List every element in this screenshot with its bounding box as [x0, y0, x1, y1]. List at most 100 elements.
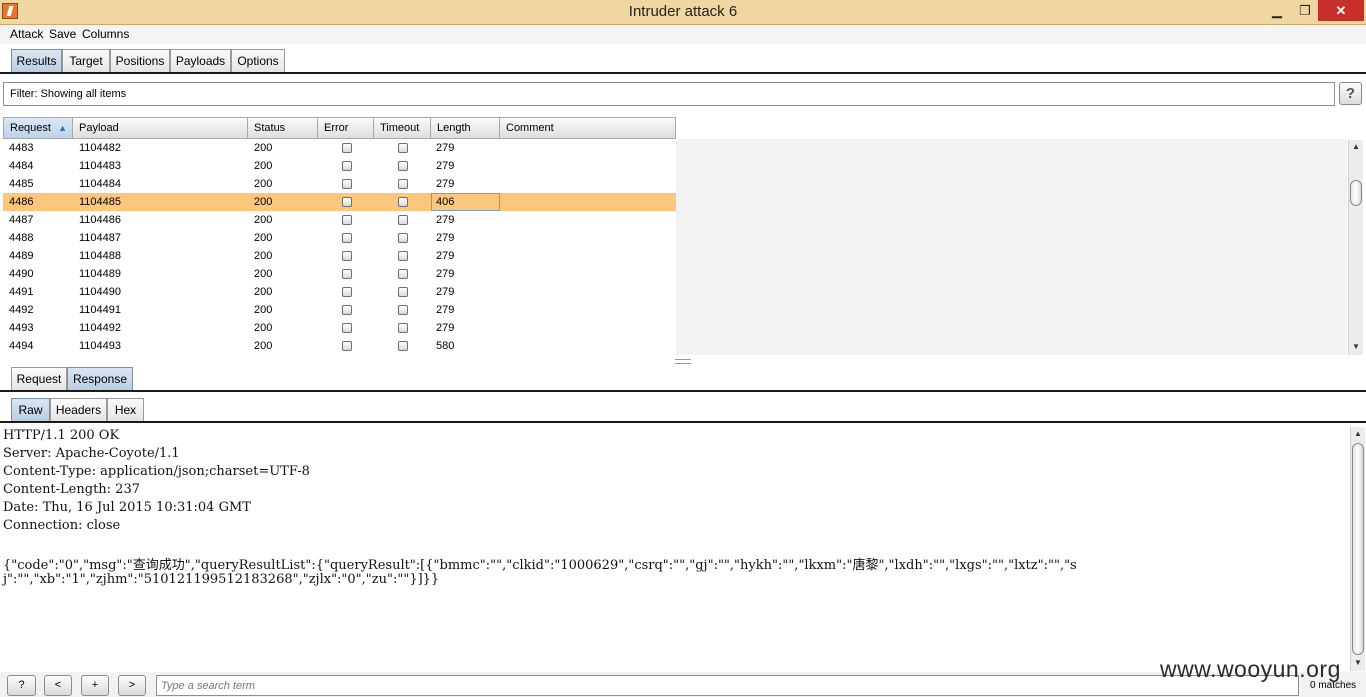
length-cell: 279	[436, 304, 455, 316]
payload-cell: 1104491	[79, 304, 122, 316]
response-line: Content-Type: application/json;charset=U…	[3, 464, 310, 479]
column-header-payload[interactable]: Payload	[73, 117, 248, 139]
error-checkbox	[342, 269, 352, 279]
table-row[interactable]: 4493 1104492 200 279	[3, 319, 676, 337]
tab-options[interactable]: Options	[231, 49, 285, 72]
table-row[interactable]: 4492 1104491 200 279	[3, 301, 676, 319]
column-header-length[interactable]: Length	[431, 117, 500, 139]
timeout-checkbox	[398, 305, 408, 315]
length-cell: 279	[436, 268, 455, 280]
column-header-comment[interactable]: Comment	[500, 117, 676, 139]
status-cell: 200	[254, 322, 273, 334]
table-row[interactable]: 4483 1104482 200 279	[3, 139, 676, 157]
tab-payloads[interactable]: Payloads	[170, 49, 231, 72]
close-button[interactable]: ✕	[1318, 0, 1364, 21]
column-header-timeout[interactable]: Timeout	[374, 117, 431, 139]
request-cell: 4494	[9, 340, 34, 352]
help-button[interactable]: ?	[1339, 82, 1362, 105]
add-button[interactable]: +	[81, 675, 109, 696]
error-checkbox	[342, 323, 352, 333]
table-row[interactable]: 4490 1104489 200 279	[3, 265, 676, 283]
table-row[interactable]: 4494 1104493 200 580	[3, 337, 676, 355]
table-row[interactable]: 4487 1104486 200 279	[3, 211, 676, 229]
menu-save[interactable]: Save	[49, 27, 76, 41]
table-row[interactable]: 4485 1104484 200 279	[3, 175, 676, 193]
next-match-button[interactable]: >	[118, 675, 146, 696]
table-row[interactable]: 4484 1104483 200 279	[3, 157, 676, 175]
restore-button[interactable]: ❐	[1292, 0, 1318, 21]
window-title: Intruder attack 6	[628, 3, 738, 20]
column-header-error[interactable]: Error	[318, 117, 374, 139]
tab-positions[interactable]: Positions	[110, 49, 170, 72]
length-cell: 279	[436, 250, 455, 262]
timeout-checkbox	[398, 179, 408, 189]
error-checkbox	[342, 179, 352, 189]
timeout-checkbox	[398, 143, 408, 153]
response-scrollbar[interactable]: ▲ ▼	[1350, 427, 1365, 671]
splitter-grip-icon[interactable]	[675, 359, 691, 364]
tab-hex[interactable]: Hex	[107, 398, 144, 421]
status-cell: 200	[254, 178, 273, 190]
minimize-button[interactable]: ▁	[1264, 0, 1290, 21]
payload-cell: 1104486	[79, 214, 122, 226]
menu-attack[interactable]: Attack	[10, 27, 43, 41]
status-cell: 200	[254, 268, 273, 280]
scroll-up-arrow-icon[interactable]: ▲	[1351, 427, 1365, 441]
status-cell: 200	[254, 142, 273, 154]
table-row[interactable]: 4491 1104490 200 279	[3, 283, 676, 301]
timeout-checkbox	[398, 251, 408, 261]
search-input[interactable]	[156, 675, 1299, 696]
error-checkbox	[342, 161, 352, 171]
results-table: Request ▲ Payload Status Error Timeout L…	[3, 117, 1347, 355]
menu-bar: Attack Save Columns	[0, 25, 1366, 44]
length-cell: 279	[436, 178, 455, 190]
scroll-thumb[interactable]	[1350, 180, 1362, 206]
response-raw-view[interactable]: HTTP/1.1 200 OK Server: Apache-Coyote/1.…	[0, 427, 1350, 671]
previous-match-button[interactable]: <	[44, 675, 72, 696]
payload-cell: 1104488	[79, 250, 122, 262]
column-header-request[interactable]: Request ▲	[3, 117, 73, 139]
menu-columns[interactable]: Columns	[82, 27, 129, 41]
tab-results[interactable]: Results	[11, 49, 62, 72]
status-cell: 200	[254, 214, 273, 226]
request-cell: 4483	[9, 142, 34, 154]
timeout-checkbox	[398, 323, 408, 333]
status-cell: 200	[254, 196, 273, 208]
status-cell: 200	[254, 286, 273, 298]
request-cell: 4489	[9, 250, 34, 262]
results-scrollbar[interactable]: ▲ ▼	[1348, 140, 1363, 355]
scroll-down-arrow-icon[interactable]: ▼	[1351, 656, 1365, 670]
table-row[interactable]: 4488 1104487 200 279	[3, 229, 676, 247]
length-cell: 279	[436, 286, 455, 298]
scroll-down-arrow-icon[interactable]: ▼	[1349, 340, 1363, 354]
response-line: Content-Length: 237	[3, 482, 140, 497]
error-checkbox	[342, 251, 352, 261]
filter-bar[interactable]: Filter: Showing all items	[3, 82, 1335, 106]
tab-request[interactable]: Request	[11, 367, 67, 390]
payload-cell: 1104483	[79, 160, 122, 172]
timeout-checkbox	[398, 341, 408, 351]
tab-raw[interactable]: Raw	[11, 398, 50, 421]
length-cell: 580	[436, 340, 455, 352]
table-row[interactable]: 4486 1104485 200 406	[3, 193, 676, 211]
column-header-status[interactable]: Status	[248, 117, 318, 139]
table-row[interactable]: 4489 1104488 200 279	[3, 247, 676, 265]
scroll-up-arrow-icon[interactable]: ▲	[1349, 140, 1363, 154]
length-cell: 279	[436, 322, 455, 334]
help-button[interactable]: ?	[7, 675, 36, 696]
payload-cell: 1104484	[79, 178, 122, 190]
status-cell: 200	[254, 250, 273, 262]
tab-response[interactable]: Response	[67, 367, 133, 390]
length-cell: 279	[436, 142, 455, 154]
view-tab-divider	[0, 421, 1366, 423]
response-json-line: j":"","xb":"1","zjhm":"51012119951218326…	[3, 572, 440, 587]
sort-ascending-icon: ▲	[58, 123, 67, 133]
error-checkbox	[342, 287, 352, 297]
scroll-thumb[interactable]	[1352, 443, 1364, 655]
tab-target[interactable]: Target	[62, 49, 110, 72]
status-cell: 200	[254, 304, 273, 316]
tab-headers[interactable]: Headers	[50, 398, 107, 421]
request-cell: 4491	[9, 286, 34, 298]
length-cell: 279	[436, 214, 455, 226]
request-cell: 4488	[9, 232, 34, 244]
